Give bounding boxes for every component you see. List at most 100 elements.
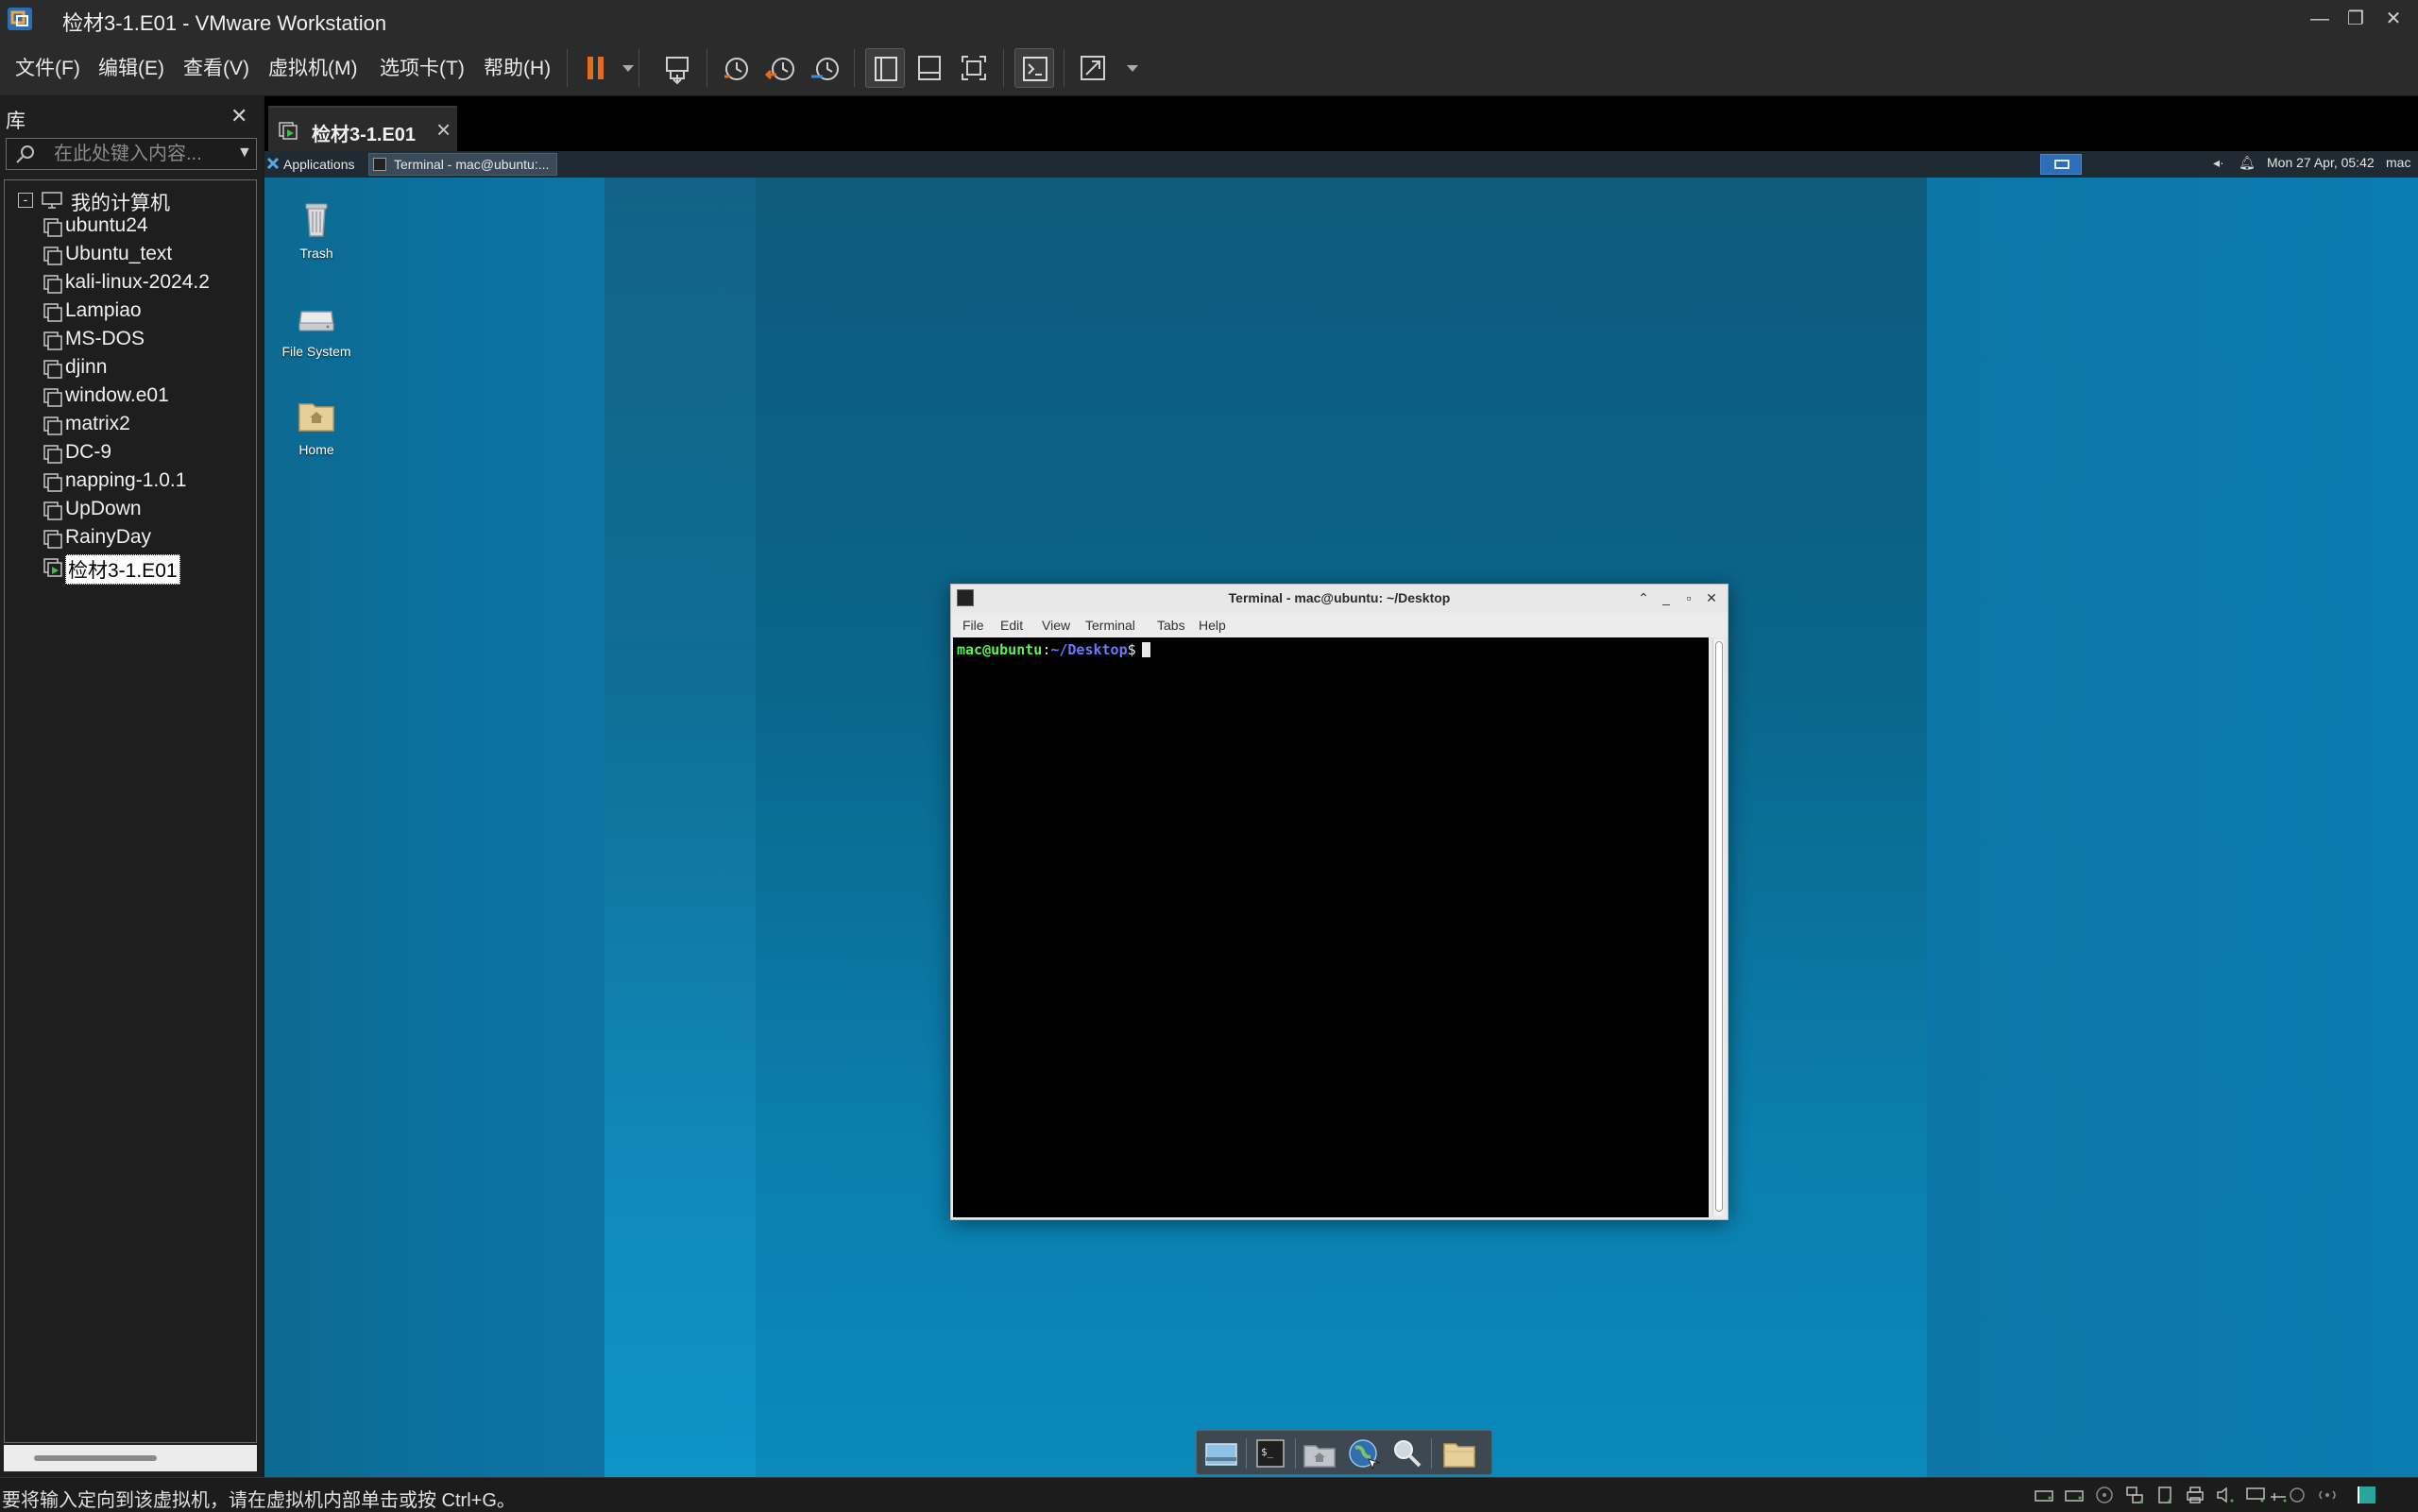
terminal-icon <box>373 158 386 171</box>
tab-close-icon[interactable]: × <box>436 115 451 144</box>
snapshot-revert-icon[interactable] <box>761 48 801 88</box>
taskbar-terminal[interactable]: Terminal - mac@ubuntu:... <box>368 153 557 176</box>
status-text: 要将输入定向到该虚拟机，请在虚拟机内部单击或按 Ctrl+G。 <box>2 1490 516 1511</box>
panel-user[interactable]: mac <box>2386 155 2410 170</box>
panel-clock[interactable]: Mon 27 Apr, 05:42 <box>2267 155 2375 170</box>
tree-item-vm[interactable]: Lampiao <box>43 297 256 326</box>
library-view-icon[interactable] <box>865 48 905 88</box>
network-icon[interactable] <box>2123 1484 2146 1506</box>
xfce-dock: $_ <box>1196 1430 1492 1475</box>
cd-rom-icon[interactable] <box>2093 1484 2116 1506</box>
status-bar: 要将输入定向到该虚拟机，请在虚拟机内部单击或按 Ctrl+G。 <box>0 1477 2418 1511</box>
vmware-logo-icon <box>6 6 34 32</box>
notification-bell-icon[interactable]: 🔔︎ <box>2239 155 2256 171</box>
library-title: 库 <box>6 110 26 132</box>
desktop-icon-label: Trash <box>299 246 333 261</box>
scrollbar-thumb[interactable] <box>34 1455 157 1461</box>
wireless-icon[interactable] <box>2316 1484 2339 1506</box>
console-view-icon[interactable] <box>1014 48 1054 88</box>
terminal-menu-tabs[interactable]: Tabs <box>1157 618 1185 633</box>
tree-item-vm[interactable]: RainyDay <box>43 524 256 552</box>
menu-view[interactable]: 查看(V) <box>183 53 249 81</box>
menu-help[interactable]: 帮助(H) <box>484 53 551 81</box>
tree-item-label: MS-DOS <box>65 328 145 349</box>
terminal-menu-terminal[interactable]: Terminal <box>1085 618 1135 633</box>
fullscreen-icon[interactable] <box>954 48 994 88</box>
show-desktop-icon[interactable] <box>1202 1435 1240 1472</box>
home-folder-icon <box>298 403 334 432</box>
workspace-icon <box>2054 160 2069 169</box>
stretch-dropdown-icon[interactable] <box>1113 48 1138 88</box>
tree-item-vm[interactable]: napping-1.0.1 <box>43 467 256 496</box>
terminal-menu-file[interactable]: File <box>962 618 984 633</box>
thumbnail-view-icon[interactable] <box>910 48 949 88</box>
terminal-menu-help[interactable]: Help <box>1199 618 1226 633</box>
terminal-icon[interactable]: $_ <box>1252 1435 1289 1472</box>
display-icon[interactable] <box>2244 1484 2267 1506</box>
tree-item-vm[interactable]: Ubuntu_text <box>43 241 256 269</box>
minimize-button[interactable]: — <box>2301 4 2339 34</box>
snapshot-take-icon[interactable] <box>717 48 757 88</box>
terminal-minimize-button[interactable]: _ <box>1656 587 1677 608</box>
tree-item-vm[interactable]: kali-linux-2024.2 <box>43 269 256 297</box>
tree-item-label: napping-1.0.1 <box>65 469 187 491</box>
menu-edit[interactable]: 编辑(E) <box>98 53 164 81</box>
desktop-icon-file-system[interactable]: File System <box>264 295 368 380</box>
tree-item-vm[interactable]: UpDown <box>43 496 256 524</box>
volume-icon[interactable]: ◂· <box>2213 155 2224 171</box>
tree-item-vm[interactable]: ubuntu24 <box>43 212 256 241</box>
folder-icon[interactable] <box>1440 1435 1478 1472</box>
usb-icon[interactable] <box>2154 1484 2176 1506</box>
vm-guest-screen[interactable]: Applications Terminal - mac@ubuntu:... ◂… <box>264 151 2418 1477</box>
terminal-window[interactable]: Terminal - mac@ubuntu: ~/Desktop ⌃ _ ▫ ✕… <box>950 584 1728 1220</box>
computer-icon <box>41 191 63 210</box>
message-log-icon[interactable] <box>2356 1484 2378 1506</box>
library-horizontal-scrollbar[interactable] <box>4 1445 257 1471</box>
terminal-close-button[interactable]: ✕ <box>1701 587 1722 608</box>
hard-disk-icon[interactable] <box>2063 1484 2086 1506</box>
taskbar-terminal-label: Terminal - mac@ubuntu:... <box>394 157 550 172</box>
library-search-input[interactable] <box>54 142 224 166</box>
home-folder-icon[interactable] <box>1301 1435 1338 1472</box>
restore-button[interactable]: ❐ <box>2337 4 2375 34</box>
library-close-icon[interactable]: ✕ <box>230 104 247 128</box>
terminal-body[interactable]: mac@ubuntu:~/Desktop$ <box>953 637 1709 1217</box>
applications-menu[interactable]: Applications <box>266 153 361 176</box>
stretch-icon[interactable] <box>1073 48 1113 88</box>
terminal-maximize-button[interactable]: ▫ <box>1678 587 1699 608</box>
dropdown-icon[interactable] <box>608 48 634 88</box>
tree-item-vm[interactable]: window.e01 <box>43 382 256 411</box>
search-icon[interactable] <box>1388 1435 1425 1472</box>
printer-icon[interactable] <box>2184 1484 2206 1506</box>
menu-vm[interactable]: 虚拟机(M) <box>268 53 357 81</box>
terminal-scrollbar[interactable] <box>1712 639 1724 1215</box>
tree-item-vm[interactable]: djinn <box>43 354 256 382</box>
menu-tabs[interactable]: 选项卡(T) <box>380 53 465 81</box>
chevron-down-icon[interactable]: ▼ <box>237 144 252 161</box>
tree-item-label: window.e01 <box>65 384 169 406</box>
close-button[interactable]: ✕ <box>2375 4 2412 34</box>
scrollbar-thumb[interactable] <box>1715 641 1723 1212</box>
tab-vm[interactable]: 检材3-1.E01 × <box>268 106 457 151</box>
menu-file[interactable]: 文件(F) <box>15 53 80 81</box>
desktop-icon-trash[interactable]: Trash <box>264 196 368 281</box>
tree-item-vm[interactable]: 检材3-1.E01 <box>43 552 256 585</box>
terminal-menu-edit[interactable]: Edit <box>1000 618 1023 633</box>
browser-icon[interactable] <box>1344 1435 1382 1472</box>
desktop-icon-home[interactable]: Home <box>264 393 368 478</box>
bluetooth-icon[interactable] <box>2286 1484 2308 1506</box>
snapshot-manager-icon[interactable] <box>806 48 845 88</box>
tree-item-vm[interactable]: matrix2 <box>43 411 256 439</box>
send-ctrl-alt-del-icon[interactable] <box>657 48 697 88</box>
workspace-switcher[interactable] <box>2040 154 2082 175</box>
tree-item-vm[interactable]: MS-DOS <box>43 326 256 354</box>
terminal-menu-view[interactable]: View <box>1042 618 1070 633</box>
hard-disk-icon[interactable] <box>2033 1484 2055 1506</box>
terminal-shade-button[interactable]: ⌃ <box>1633 587 1654 608</box>
tree-item-vm[interactable]: DC-9 <box>43 439 256 467</box>
sound-icon[interactable] <box>2214 1484 2237 1506</box>
tree-item-label: DC-9 <box>65 441 112 463</box>
terminal-titlebar[interactable]: Terminal - mac@ubuntu: ~/Desktop ⌃ _ ▫ ✕ <box>951 585 1728 613</box>
collapse-toggle-icon[interactable]: - <box>18 193 33 208</box>
tree-root-my-computer[interactable]: - 我的计算机 <box>14 186 250 214</box>
